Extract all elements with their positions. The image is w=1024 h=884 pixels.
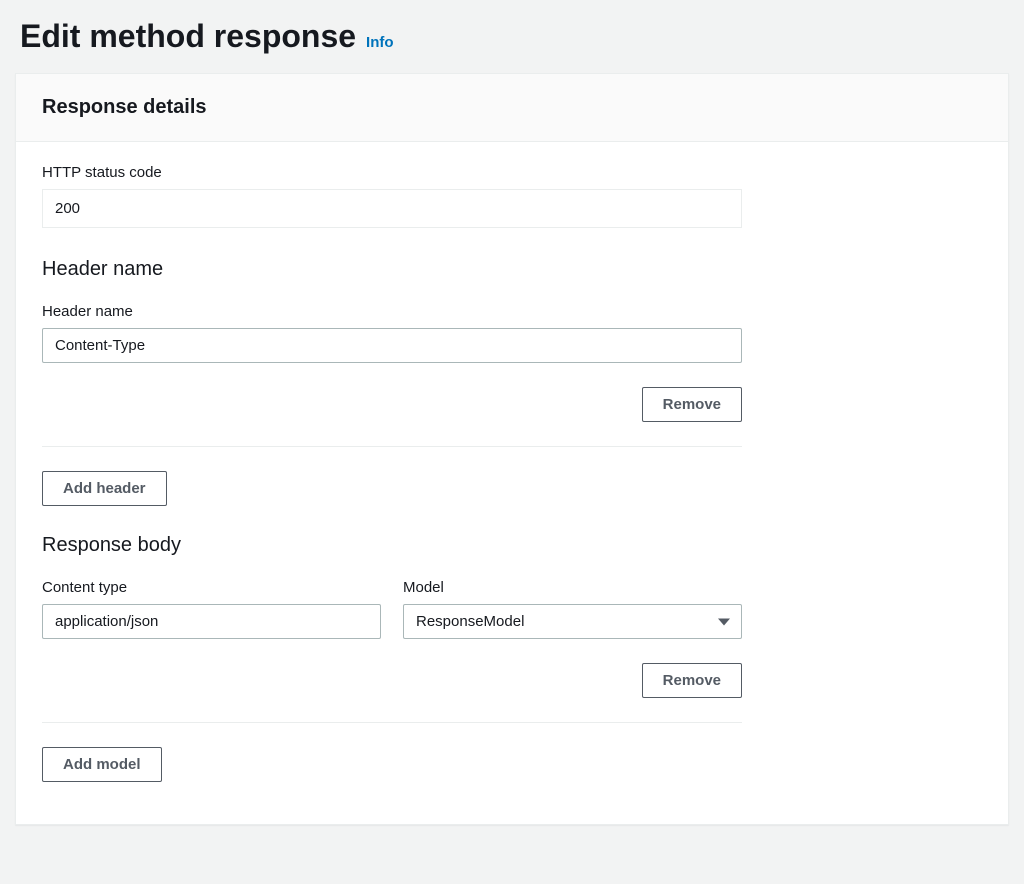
page-title: Edit method response — [20, 18, 356, 55]
http-status-code-value: 200 — [42, 189, 742, 228]
panel-title: Response details — [42, 96, 982, 119]
remove-header-button[interactable]: Remove — [642, 387, 742, 422]
content-type-input[interactable] — [42, 604, 381, 639]
remove-model-button[interactable]: Remove — [642, 663, 742, 698]
model-label: Model — [403, 579, 742, 596]
panel-header: Response details — [16, 74, 1008, 142]
add-model-button[interactable]: Add model — [42, 747, 162, 782]
add-header-button[interactable]: Add header — [42, 471, 167, 506]
http-status-code-label: HTTP status code — [42, 164, 982, 181]
header-name-label: Header name — [42, 303, 982, 320]
response-body-section-title: Response body — [42, 534, 982, 557]
content-type-label: Content type — [42, 579, 381, 596]
header-section-title: Header name — [42, 258, 982, 281]
model-select[interactable]: ResponseModel — [403, 604, 742, 639]
response-details-panel: Response details HTTP status code 200 He… — [15, 73, 1009, 825]
info-link[interactable]: Info — [366, 34, 394, 51]
header-name-input[interactable] — [42, 328, 742, 363]
